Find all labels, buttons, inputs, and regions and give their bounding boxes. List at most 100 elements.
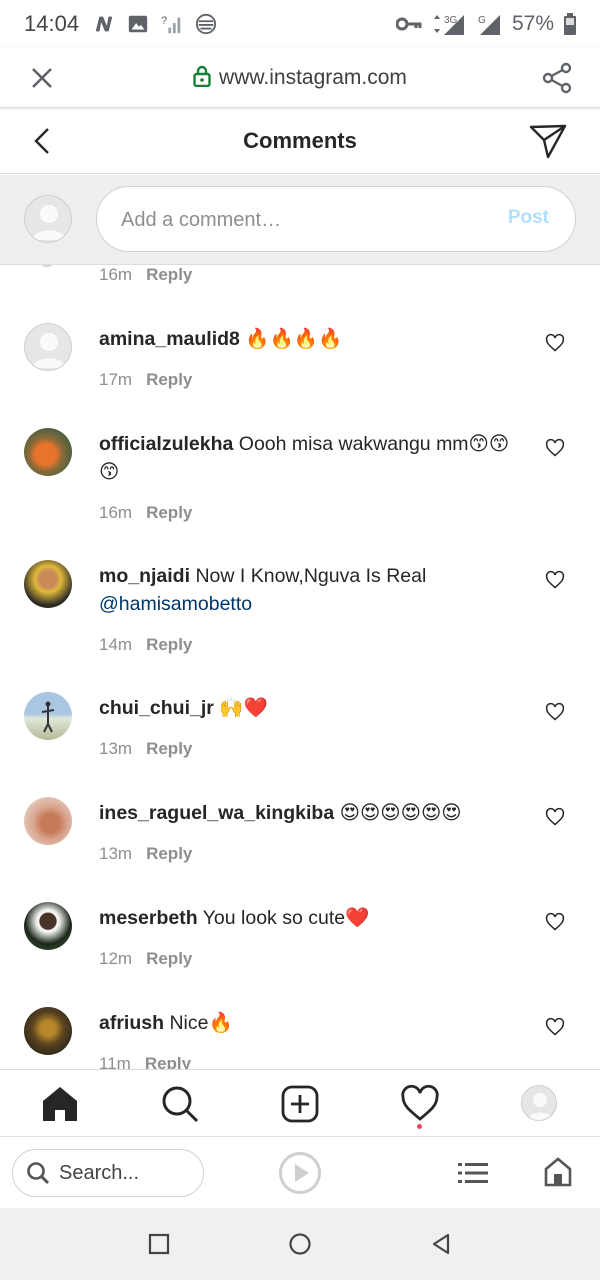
comment-body: officialzulekha Oooh misa wakwangu mm😙😙😙 <box>99 430 527 486</box>
reply-button[interactable]: Reply <box>146 949 192 969</box>
avatar[interactable] <box>24 692 72 740</box>
like-heart-icon[interactable] <box>545 438 565 458</box>
instagram-bottom-nav <box>0 1069 600 1135</box>
reply-button[interactable]: Reply <box>146 503 192 523</box>
comment-time: 16m <box>99 503 133 522</box>
battery-icon <box>564 13 576 35</box>
comment-time: 13m <box>99 739 133 758</box>
home-icon[interactable] <box>40 1084 80 1124</box>
reply-button[interactable]: Reply <box>146 265 192 284</box>
comment-meta: 13m Reply <box>99 844 192 864</box>
comment-meta: 12m Reply <box>99 949 192 969</box>
browser-toolbar: www.instagram.com <box>0 48 600 108</box>
status-bar: 14:04 ? 3G G 57% <box>0 0 600 48</box>
reply-button[interactable]: Reply <box>146 635 192 655</box>
new-post-icon[interactable] <box>280 1084 320 1124</box>
comment-time: 14m <box>99 635 133 654</box>
comment-body: amina_maulid8 🔥🔥🔥🔥 <box>99 325 527 353</box>
direct-send-icon[interactable] <box>528 122 568 160</box>
comment-body: afriush Nice🔥 <box>99 1009 527 1037</box>
comment-text: 😍😍😍😍😍😍 <box>339 802 462 824</box>
activity-heart-icon[interactable] <box>400 1084 440 1124</box>
comment-username[interactable]: meserbeth <box>99 907 198 929</box>
comment-input[interactable] <box>121 203 481 237</box>
browser-bottom-bar: Search... <box>0 1136 600 1208</box>
svg-text:3G: 3G <box>444 15 458 26</box>
comment-body: meserbeth You look so cute❤️ <box>99 904 527 932</box>
avatar[interactable] <box>24 323 72 371</box>
play-icon[interactable] <box>278 1151 322 1195</box>
post-button[interactable]: Post <box>508 207 549 229</box>
comment-body: mo_njaidi Now I Know,Nguva Is Real @hamis… <box>99 562 527 618</box>
comment-time: 16m <box>99 265 133 284</box>
comment-text: 🔥🔥🔥🔥 <box>245 328 343 350</box>
search-icon <box>27 1162 50 1185</box>
android-nav-bar <box>0 1208 600 1280</box>
like-heart-icon[interactable] <box>545 333 565 353</box>
status-time: 14:04 <box>24 11 80 36</box>
lock-icon <box>193 65 211 87</box>
comment-mention[interactable]: @hamisamobetto <box>99 593 252 615</box>
comment-username[interactable]: officialzulekha <box>99 433 233 455</box>
status-notification-icons: ? <box>93 13 217 35</box>
signal-g-icon: G <box>478 15 500 35</box>
comment-meta: 16m Reply <box>99 503 192 523</box>
browser-search-field[interactable]: Search... <box>12 1149 204 1197</box>
comment-text: 🙌❤️ <box>219 697 268 719</box>
comment-text: Now I Know,Nguva Is Real <box>195 565 427 587</box>
comment-list[interactable]: 16m Reply amina_maulid8 🔥🔥🔥🔥 17m Reply off… <box>0 265 600 1069</box>
comment-username[interactable]: amina_maulid8 <box>99 328 240 350</box>
avatar[interactable] <box>24 902 72 950</box>
comment-username[interactable]: ines_raguel_wa_kingkiba <box>99 802 334 824</box>
like-heart-icon[interactable] <box>545 702 565 722</box>
comment-username[interactable]: chui_chui_jr <box>99 697 214 719</box>
reply-button[interactable]: Reply <box>146 370 192 390</box>
avatar[interactable] <box>24 1007 72 1055</box>
comments-header: Comments <box>0 110 600 174</box>
comment-meta: 11m Reply <box>99 1054 191 1069</box>
vpn-key-icon <box>395 17 422 31</box>
signal-unknown-icon: ? <box>161 15 181 34</box>
comment-username[interactable]: afriush <box>99 1012 164 1034</box>
url-text: www.instagram.com <box>219 66 407 89</box>
browser-search-placeholder: Search... <box>59 1161 140 1184</box>
my-avatar <box>24 195 72 243</box>
avatar[interactable] <box>24 797 72 845</box>
comment-time: 12m <box>99 949 133 968</box>
comment-body: chui_chui_jr 🙌❤️ <box>99 694 527 722</box>
svg-text:G: G <box>478 15 486 26</box>
comment-body: ines_raguel_wa_kingkiba 😍😍😍😍😍😍 <box>99 799 527 827</box>
url-bar[interactable]: www.instagram.com <box>0 65 600 90</box>
home-icon[interactable] <box>544 1157 572 1187</box>
like-heart-icon[interactable] <box>545 912 565 932</box>
profile-avatar[interactable] <box>521 1085 557 1121</box>
reply-button[interactable]: Reply <box>146 844 192 864</box>
search-icon[interactable] <box>160 1084 200 1124</box>
tabs-menu-icon[interactable] <box>458 1161 488 1185</box>
avatar[interactable] <box>24 560 72 608</box>
recents-square-icon[interactable] <box>147 1232 171 1256</box>
avatar[interactable] <box>24 428 72 476</box>
comment-text: Nice🔥 <box>169 1012 233 1034</box>
app-n-icon <box>95 16 113 32</box>
reply-button[interactable]: Reply <box>146 739 192 759</box>
comment-meta-previous: 16m Reply <box>99 265 192 285</box>
comment-username[interactable]: mo_njaidi <box>99 565 190 587</box>
notification-dot <box>417 1124 422 1129</box>
image-icon <box>128 15 148 33</box>
back-triangle-icon[interactable] <box>429 1232 453 1256</box>
share-icon[interactable] <box>542 62 574 94</box>
comment-time: 11m <box>99 1054 131 1069</box>
comment-meta: 13m Reply <box>99 739 192 759</box>
like-heart-icon[interactable] <box>545 807 565 827</box>
previous-avatar-edge <box>40 265 54 267</box>
reply-button[interactable]: Reply <box>145 1054 191 1069</box>
home-circle-icon[interactable] <box>288 1232 312 1256</box>
comment-meta: 17m Reply <box>99 370 192 390</box>
like-heart-icon[interactable] <box>545 570 565 590</box>
like-heart-icon[interactable] <box>545 1017 565 1037</box>
signal-3g-icon: 3G <box>433 15 464 35</box>
svg-text:?: ? <box>161 15 167 27</box>
page-title: Comments <box>243 128 357 153</box>
comment-input-wrap: Post <box>96 186 576 252</box>
